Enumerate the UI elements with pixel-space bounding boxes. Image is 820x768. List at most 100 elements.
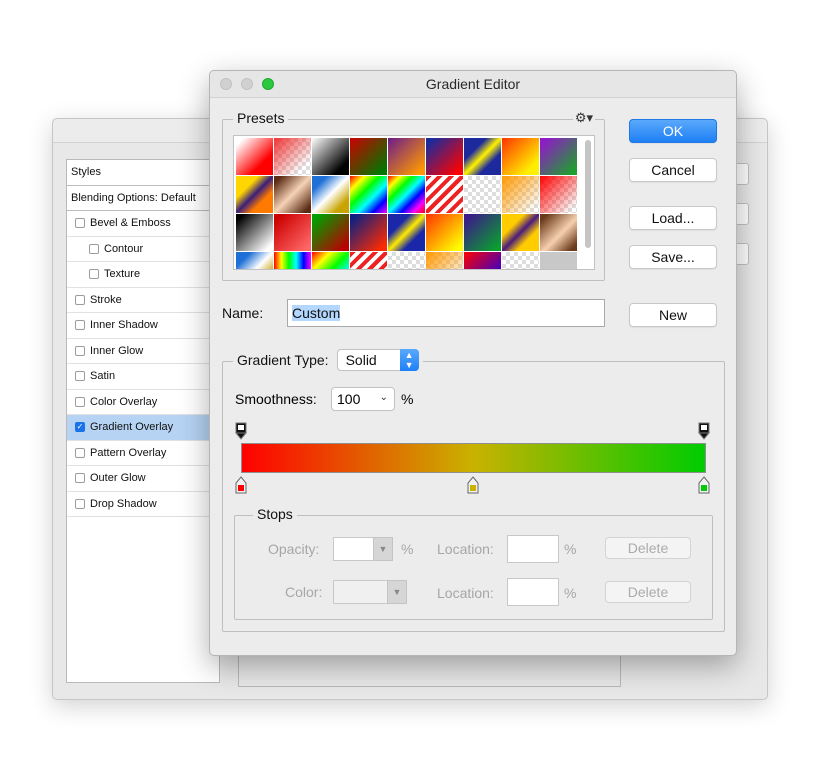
preset-swatch[interactable]	[502, 252, 539, 269]
preset-swatch[interactable]	[540, 214, 577, 251]
preset-swatch[interactable]	[426, 138, 463, 175]
preset-swatch[interactable]	[388, 176, 425, 213]
preset-swatch[interactable]	[502, 176, 539, 213]
preset-swatch[interactable]	[464, 138, 501, 175]
opacity-stop-right-icon[interactable]	[698, 422, 710, 440]
style-item-label: Drop Shadow	[90, 497, 157, 510]
preset-swatch[interactable]	[236, 176, 273, 213]
checkbox-checked-icon[interactable]: ✓	[75, 422, 85, 433]
chevron-down-icon[interactable]: ▼	[387, 580, 407, 604]
delete-color-stop-button[interactable]: Delete	[605, 581, 691, 603]
checkbox-icon[interactable]	[89, 269, 99, 280]
gradient-preview-bar[interactable]	[241, 443, 706, 473]
checkbox-icon[interactable]	[75, 371, 85, 382]
preset-swatch[interactable]	[236, 252, 273, 269]
new-button[interactable]: New	[629, 303, 717, 327]
preset-swatch[interactable]	[540, 252, 577, 269]
preset-swatch[interactable]	[350, 176, 387, 213]
preset-swatch[interactable]	[388, 214, 425, 251]
color-swatch-field[interactable]: ▼	[333, 580, 407, 604]
color-stop-green-icon[interactable]	[698, 476, 710, 494]
close-window-icon[interactable]	[220, 78, 232, 90]
opacity-location-field[interactable]	[507, 535, 559, 563]
style-item[interactable]: Stroke	[67, 288, 219, 313]
preset-swatch[interactable]	[426, 214, 463, 251]
preset-swatch[interactable]	[388, 252, 425, 269]
style-item[interactable]: Inner Glow	[67, 339, 219, 364]
presets-scrollbar[interactable]	[585, 140, 591, 248]
chevron-down-icon[interactable]: ▼	[373, 537, 393, 561]
preset-swatch[interactable]	[274, 252, 311, 269]
preset-swatch[interactable]	[350, 214, 387, 251]
minimize-window-icon[interactable]	[241, 78, 253, 90]
preset-swatch[interactable]	[426, 252, 463, 269]
preset-swatch[interactable]	[464, 176, 501, 213]
gear-icon[interactable]: ⚙▾	[572, 110, 595, 126]
zoom-window-icon[interactable]	[262, 78, 274, 90]
preset-swatch[interactable]	[426, 176, 463, 213]
color-location-field[interactable]	[507, 578, 559, 606]
preset-swatch[interactable]	[312, 138, 349, 175]
preset-swatch[interactable]	[312, 252, 349, 269]
smoothness-label: Smoothness:	[235, 391, 317, 407]
preset-swatch[interactable]	[350, 138, 387, 175]
blending-options[interactable]: Blending Options: Default	[67, 186, 219, 211]
styles-header[interactable]: Styles	[67, 160, 219, 186]
style-item[interactable]: Inner Shadow	[67, 313, 219, 339]
load-button[interactable]: Load...	[629, 206, 717, 230]
layer-style-content-area	[238, 655, 621, 687]
presets-label: Presets	[233, 110, 289, 126]
delete-opacity-stop-button[interactable]: Delete	[605, 537, 691, 559]
presets-swatch-grid	[236, 138, 578, 269]
checkbox-icon[interactable]	[75, 473, 85, 484]
color-stop-yellow-icon[interactable]	[467, 476, 479, 494]
preset-swatch[interactable]	[274, 214, 311, 251]
style-item[interactable]: Drop Shadow	[67, 492, 219, 517]
checkbox-icon[interactable]	[75, 345, 85, 356]
preset-swatch[interactable]	[464, 214, 501, 251]
checkbox-icon[interactable]	[75, 447, 85, 458]
ok-button[interactable]: OK	[629, 119, 717, 143]
style-item-label: Inner Glow	[90, 344, 144, 357]
preset-swatch[interactable]	[312, 214, 349, 251]
smoothness-select[interactable]: 100 ⌄	[331, 387, 395, 411]
preset-swatch[interactable]	[540, 138, 577, 175]
style-item[interactable]: Bevel & Emboss	[67, 211, 219, 237]
checkbox-icon[interactable]	[75, 396, 85, 407]
save-button[interactable]: Save...	[629, 245, 717, 269]
preset-swatch[interactable]	[274, 176, 311, 213]
preset-swatch[interactable]	[236, 138, 273, 175]
chevron-down-icon: ⌄	[379, 392, 388, 403]
checkbox-icon[interactable]	[75, 320, 85, 331]
cancel-button[interactable]: Cancel	[629, 158, 717, 182]
checkbox-icon[interactable]	[75, 218, 85, 229]
style-item[interactable]: Outer Glow	[67, 466, 219, 492]
style-item[interactable]: Contour	[67, 237, 219, 262]
stepper-chevrons-icon[interactable]: ▲ ▼	[399, 349, 419, 371]
preset-swatch[interactable]	[236, 214, 273, 251]
opacity-field[interactable]: ▼	[333, 537, 393, 561]
opacity-stop-left-icon[interactable]	[235, 422, 247, 440]
style-item[interactable]: Texture	[67, 262, 219, 288]
preset-swatch[interactable]	[502, 138, 539, 175]
style-item[interactable]: Pattern Overlay	[67, 441, 219, 466]
preset-swatch[interactable]	[312, 176, 349, 213]
preset-swatch[interactable]	[388, 138, 425, 175]
gradient-type-select[interactable]: Solid ▲ ▼	[336, 349, 419, 371]
checkbox-icon[interactable]	[89, 243, 99, 254]
opacity-location-label: Location:	[437, 541, 494, 557]
preset-swatch[interactable]	[350, 252, 387, 269]
style-item[interactable]: Satin	[67, 364, 219, 390]
preset-swatch[interactable]	[540, 176, 577, 213]
checkbox-icon[interactable]	[75, 498, 85, 509]
color-location-label: Location:	[437, 585, 494, 601]
name-input[interactable]: Custom	[287, 299, 605, 327]
style-item-label: Bevel & Emboss	[90, 217, 171, 230]
preset-swatch[interactable]	[464, 252, 501, 269]
style-item[interactable]: Color Overlay	[67, 390, 219, 415]
preset-swatch[interactable]	[502, 214, 539, 251]
color-stop-red-icon[interactable]	[235, 476, 247, 494]
preset-swatch[interactable]	[274, 138, 311, 175]
style-item[interactable]: ✓ Gradient Overlay	[67, 415, 219, 441]
checkbox-icon[interactable]	[75, 294, 85, 305]
